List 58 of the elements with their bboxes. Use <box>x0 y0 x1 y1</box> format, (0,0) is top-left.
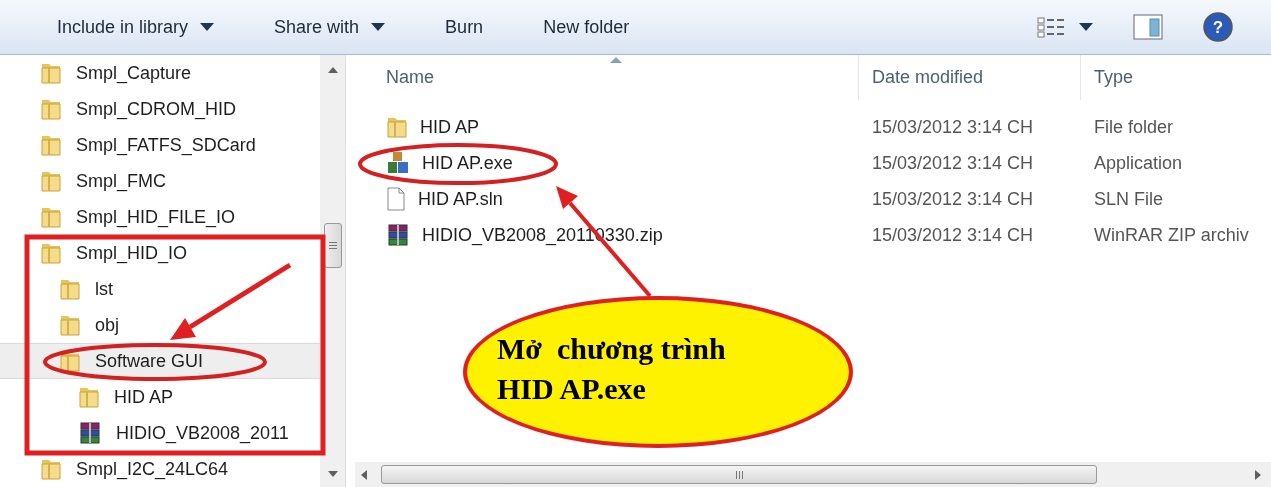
toolbar-button[interactable]: Burn <box>433 9 496 45</box>
navigation-item[interactable]: lst <box>0 271 320 307</box>
folder-icon <box>40 205 62 229</box>
folder-icon <box>40 457 62 481</box>
column-header[interactable]: Name <box>355 55 858 100</box>
toolbar-button[interactable]: New folder <box>531 9 642 45</box>
date-cell-text: 15/03/2012 3:14 CH <box>871 115 1035 139</box>
navigation-item[interactable]: obj <box>0 307 320 343</box>
file-name[interactable]: HID AP <box>420 113 480 141</box>
callout-text: Mở chương trình <box>497 331 727 367</box>
vertical-scrollbar[interactable] <box>320 55 345 487</box>
folder-icon <box>40 169 62 193</box>
sort-arrow-icon <box>610 57 622 63</box>
type-cell-text: WinRAR ZIP archiv <box>1093 223 1250 247</box>
type-cell-text: SLN File <box>1093 187 1165 211</box>
help-icon[interactable]: ? <box>1203 12 1233 42</box>
application-icon <box>386 151 410 175</box>
navigation-item[interactable]: Smpl_HID_IO <box>0 235 320 271</box>
archive-icon <box>78 421 102 445</box>
date-cell-text: 15/03/2012 3:14 CH <box>871 187 1035 211</box>
archive-icon <box>386 223 410 247</box>
folder-icon <box>59 313 81 337</box>
file-name[interactable]: HID AP.exe <box>422 149 513 177</box>
toolbar-button[interactable]: Include in library <box>45 9 227 45</box>
scroll-left-icon[interactable] <box>361 469 367 480</box>
navigation-item[interactable]: Smpl_CDROM_HID <box>0 91 320 127</box>
folder-icon <box>40 133 62 157</box>
file-icon <box>386 187 406 211</box>
navigation-item[interactable]: Smpl_FATFS_SDCard <box>0 127 320 163</box>
navigation-item[interactable]: HIDIO_VB2008_2011 <box>0 415 320 451</box>
folder-icon <box>78 385 100 409</box>
scroll-down-icon[interactable] <box>327 471 338 477</box>
column-header[interactable]: Date modified <box>858 55 1080 100</box>
toolbar-button[interactable]: Share with <box>262 9 398 45</box>
folder-icon <box>40 241 62 265</box>
navigation-item[interactable]: HID AP <box>0 379 320 415</box>
horizontal-scrollbar[interactable] <box>355 462 1271 487</box>
navigation-item[interactable]: Smpl_I2C_24LC64 <box>0 451 320 487</box>
folder-icon <box>40 97 62 121</box>
column-header[interactable]: Type <box>1080 55 1271 100</box>
file-name[interactable]: HID AP.sln <box>418 185 503 213</box>
navigation-item[interactable]: Smpl_Capture <box>0 55 320 91</box>
type-cell-text: Application <box>1093 151 1184 175</box>
navigation-item[interactable]: Smpl_HID_FILE_IO <box>0 199 320 235</box>
preview-pane-icon[interactable] <box>1133 14 1163 40</box>
scrollbar-thumb[interactable] <box>381 465 1097 484</box>
folder-icon <box>59 277 81 301</box>
date-cell-text: 15/03/2012 3:14 CH <box>871 223 1035 247</box>
view-list-icon[interactable] <box>1037 15 1065 39</box>
scroll-up-icon[interactable] <box>327 67 338 73</box>
caret-icon[interactable] <box>1079 23 1093 31</box>
type-cell-text: File folder <box>1093 115 1175 139</box>
date-cell-text: 15/03/2012 3:14 CH <box>871 151 1035 175</box>
callout-text: HID AP.exe <box>497 371 647 407</box>
scroll-right-icon[interactable] <box>1255 469 1261 480</box>
folder-icon <box>386 115 408 139</box>
folder-icon <box>40 61 62 85</box>
navigation-item[interactable]: Smpl_FMC <box>0 163 320 199</box>
